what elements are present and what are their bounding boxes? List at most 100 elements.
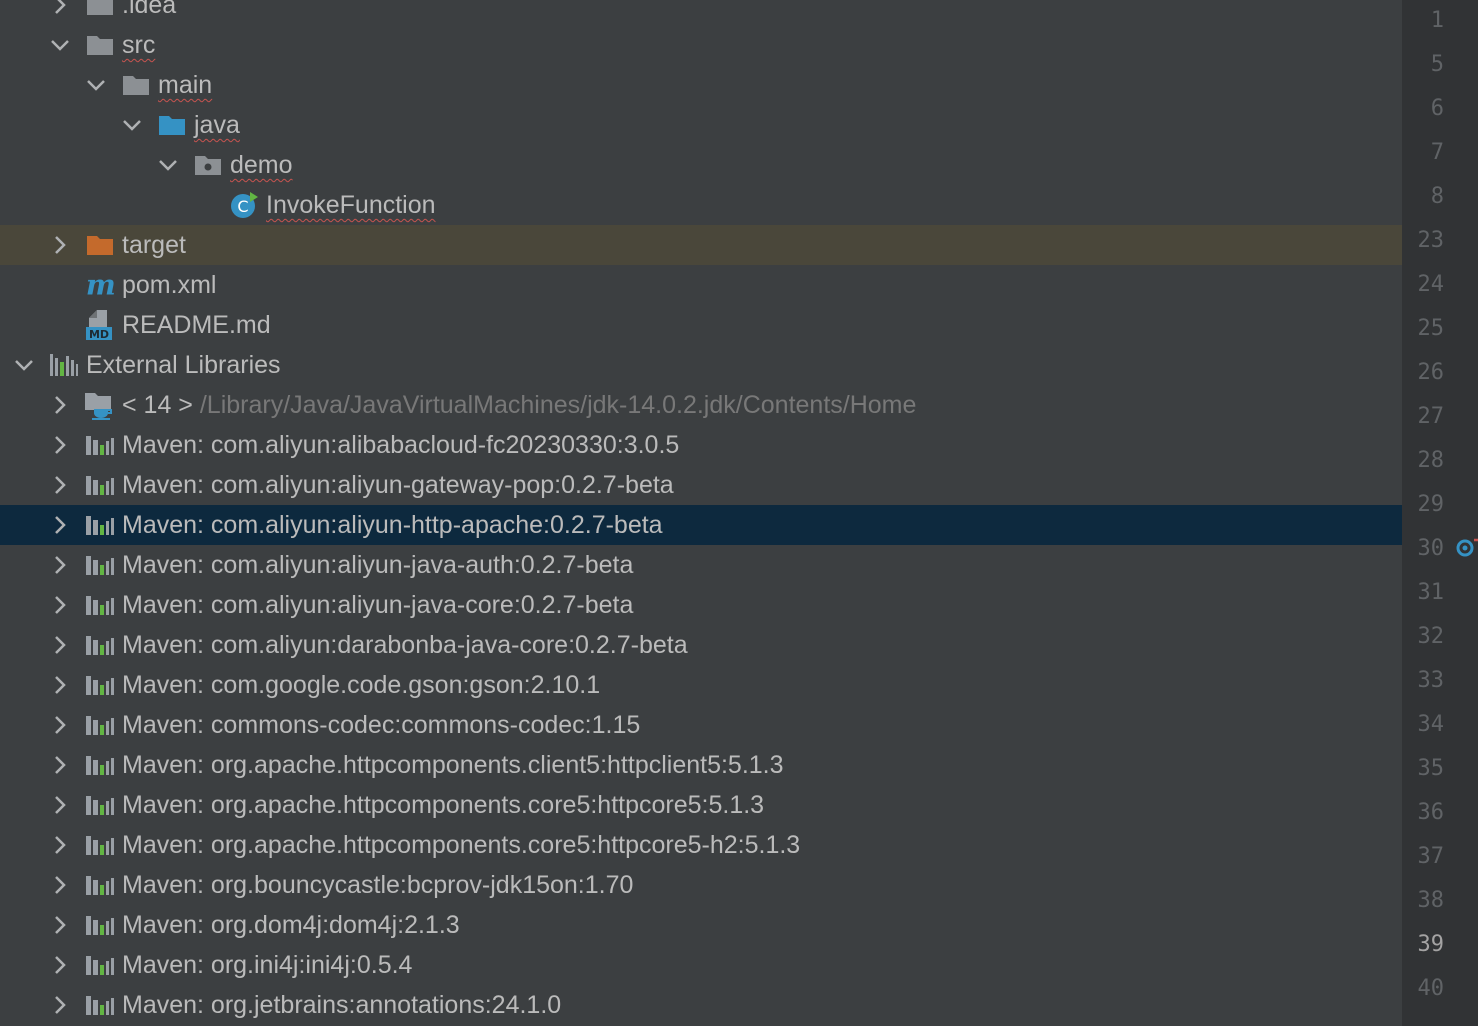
tree-row[interactable]: Maven: com.aliyun:alibabacloud-fc2023033… <box>0 425 1402 465</box>
tree-item-label: Maven: com.aliyun:aliyun-java-core:0.2.7… <box>122 585 633 625</box>
tree-row[interactable]: Maven: org.ini4j:ini4j:0.5.4 <box>0 945 1402 985</box>
tree-item-name: Maven: org.bouncycastle:bcprov-jdk15on:1… <box>122 871 634 899</box>
tree-item-name: < 14 > <box>122 391 193 419</box>
tree-row[interactable]: target <box>0 225 1402 265</box>
tree-row[interactable]: Maven: com.aliyun:aliyun-java-auth:0.2.7… <box>0 545 1402 585</box>
tree-item-label: Maven: com.aliyun:aliyun-java-auth:0.2.7… <box>122 545 633 585</box>
library-icon <box>84 705 116 745</box>
tree-row[interactable]: java <box>0 105 1402 145</box>
library-icon <box>84 745 116 785</box>
line-number: 31 <box>1417 580 1445 605</box>
libraries-icon <box>48 345 80 385</box>
tree-item-label: Maven: com.aliyun:aliyun-gateway-pop:0.2… <box>122 465 674 505</box>
jdk-icon <box>84 385 116 425</box>
tree-row[interactable]: Maven: org.bouncycastle:bcprov-jdk15on:1… <box>0 865 1402 905</box>
tree-item-name: Maven: com.aliyun:aliyun-http-apache:0.2… <box>122 511 663 539</box>
tree-row[interactable]: Maven: com.aliyun:aliyun-java-core:0.2.7… <box>0 585 1402 625</box>
tree-row[interactable]: MD README.md <box>0 305 1402 345</box>
line-number: 30 <box>1417 536 1445 561</box>
chevron-right-icon[interactable] <box>48 785 72 825</box>
chevron-down-icon[interactable] <box>48 25 72 65</box>
editor-gutter: 1 5 6 7 8 23 24 25 26 27 28 29 30 31 32 33 34 35 36 37 38 39 4… <box>1402 0 1478 1026</box>
chevron-right-icon[interactable] <box>48 825 72 865</box>
tree-row[interactable]: .idea <box>0 0 1402 25</box>
tree-item-name: Maven: org.dom4j:dom4j:2.1.3 <box>122 911 460 939</box>
tree-row[interactable]: External Libraries <box>0 345 1402 385</box>
tree-item-label: InvokeFunction <box>266 185 436 225</box>
tree-row[interactable]: Maven: org.jetbrains:annotations:24.1.0 <box>0 985 1402 1025</box>
svg-text:MD: MD <box>89 328 109 341</box>
svg-text:m: m <box>86 270 116 300</box>
tree-item-label: Maven: com.google.code.gson:gson:2.10.1 <box>122 665 600 705</box>
chevron-right-icon[interactable] <box>48 905 72 945</box>
tree-row[interactable]: Maven: com.aliyun:aliyun-gateway-pop:0.2… <box>0 465 1402 505</box>
project-tree[interactable]: .idea src main java demo C InvokeFunctio… <box>0 0 1402 1025</box>
chevron-right-icon[interactable] <box>48 225 72 265</box>
tree-item-name: Maven: org.jetbrains:annotations:24.1.0 <box>122 991 562 1019</box>
tree-item-name: Maven: org.apache.httpcomponents.core5:h… <box>122 791 765 819</box>
line-number: 1 <box>1430 8 1444 33</box>
line-number: 23 <box>1417 228 1445 253</box>
tree-item-name: java <box>194 111 240 139</box>
chevron-right-icon[interactable] <box>48 625 72 665</box>
tree-row[interactable]: Maven: com.aliyun:darabonba-java-core:0.… <box>0 625 1402 665</box>
tree-item-name: Maven: com.aliyun:alibabacloud-fc2023033… <box>122 431 680 459</box>
chevron-down-icon[interactable] <box>84 65 108 105</box>
tree-row[interactable]: < 14 > /Library/Java/JavaVirtualMachines… <box>0 385 1402 425</box>
tree-item-name: Maven: com.google.code.gson:gson:2.10.1 <box>122 671 601 699</box>
tree-row[interactable]: Maven: commons-codec:commons-codec:1.15 <box>0 705 1402 745</box>
folder-icon <box>120 65 152 105</box>
folder-icon <box>84 0 116 25</box>
tree-row[interactable]: Maven: org.dom4j:dom4j:2.1.3 <box>0 905 1402 945</box>
chevron-right-icon[interactable] <box>48 465 72 505</box>
tree-row[interactable]: src <box>0 25 1402 65</box>
tree-row[interactable]: Maven: org.apache.httpcomponents.client5… <box>0 745 1402 785</box>
implementation-marker-icon[interactable] <box>1456 536 1478 565</box>
chevron-right-icon[interactable] <box>48 865 72 905</box>
chevron-right-icon[interactable] <box>48 385 72 425</box>
library-icon <box>84 425 116 465</box>
line-number: 7 <box>1430 140 1444 165</box>
tree-row[interactable]: C InvokeFunction <box>0 185 1402 225</box>
chevron-right-icon[interactable] <box>48 505 72 545</box>
chevron-right-icon[interactable] <box>48 545 72 585</box>
chevron-down-icon[interactable] <box>120 105 144 145</box>
tree-row[interactable]: Maven: com.aliyun:aliyun-http-apache:0.2… <box>0 505 1402 545</box>
chevron-down-icon[interactable] <box>156 145 180 185</box>
tree-row[interactable]: main <box>0 65 1402 105</box>
chevron-right-icon[interactable] <box>48 425 72 465</box>
tree-item-name: .idea <box>122 0 177 19</box>
chevron-right-icon[interactable] <box>48 945 72 985</box>
line-number: 26 <box>1417 360 1445 385</box>
chevron-down-icon[interactable] <box>12 345 36 385</box>
chevron-right-icon[interactable] <box>48 0 72 25</box>
tree-item-label: src <box>122 25 155 65</box>
tree-row[interactable]: demo <box>0 145 1402 185</box>
chevron-right-icon[interactable] <box>48 585 72 625</box>
tree-row[interactable]: m pom.xml <box>0 265 1402 305</box>
tree-item-label: java <box>194 105 240 145</box>
line-number: 39 <box>1417 932 1445 957</box>
line-number: 28 <box>1417 448 1445 473</box>
line-number: 37 <box>1417 844 1445 869</box>
tree-item-label: .idea <box>122 0 176 25</box>
line-number: 6 <box>1430 96 1444 121</box>
source-folder-icon <box>156 105 188 145</box>
chevron-right-icon[interactable] <box>48 745 72 785</box>
tree-item-label: Maven: org.jetbrains:annotations:24.1.0 <box>122 985 561 1025</box>
tree-item-label: README.md <box>122 305 271 345</box>
chevron-right-icon[interactable] <box>48 985 72 1025</box>
tree-row[interactable]: Maven: org.apache.httpcomponents.core5:h… <box>0 785 1402 825</box>
tree-item-name: README.md <box>122 311 271 339</box>
tree-item-label: Maven: org.ini4j:ini4j:0.5.4 <box>122 945 412 985</box>
tree-item-name: target <box>122 231 186 259</box>
java-class-icon: C <box>228 185 260 225</box>
tree-item-label: target <box>122 225 186 265</box>
chevron-right-icon[interactable] <box>48 665 72 705</box>
line-number: 36 <box>1417 800 1445 825</box>
tree-row[interactable]: Maven: com.google.code.gson:gson:2.10.1 <box>0 665 1402 705</box>
tree-item-label: Maven: commons-codec:commons-codec:1.15 <box>122 705 640 745</box>
maven-icon: m <box>84 265 116 305</box>
tree-row[interactable]: Maven: org.apache.httpcomponents.core5:h… <box>0 825 1402 865</box>
chevron-right-icon[interactable] <box>48 705 72 745</box>
